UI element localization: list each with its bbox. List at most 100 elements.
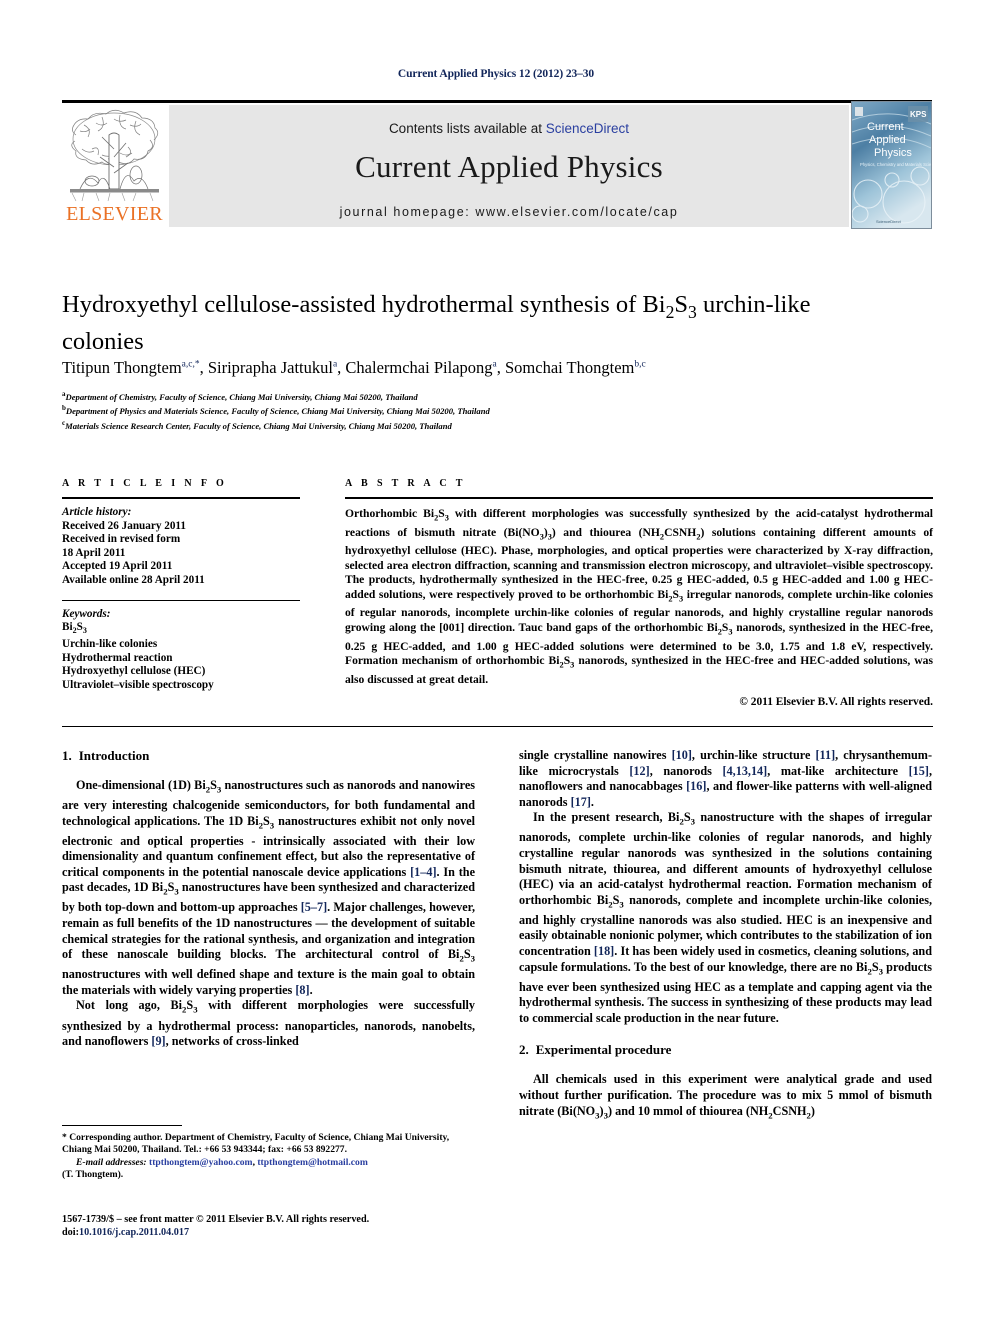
colophon: 1567-1739/$ – see front matter © 2011 El…: [62, 1213, 492, 1239]
email-note: E-mail addresses: ttpthongtem@yahoo.com,…: [76, 1156, 368, 1168]
keyword-item: Ultraviolet–visible spectroscopy: [62, 678, 214, 691]
cover-title-line2: Applied: [869, 134, 906, 146]
abstract-rule: [345, 497, 933, 499]
author-affil-marks: a: [492, 359, 497, 370]
article-title-sub2: 3: [688, 301, 697, 322]
article-history-item: Received 26 January 2011: [62, 519, 186, 532]
author-list: Titipun Thongtema,c,*, Siriprapha Jattuk…: [62, 358, 646, 377]
citation-ref[interactable]: [17]: [571, 795, 591, 809]
article-info-panel: A R T I C L E I N F O Article history: R…: [62, 478, 300, 692]
article-title: Hydroxyethyl cellulose-assisted hydrothe…: [62, 290, 882, 357]
citation-ref[interactable]: [10]: [672, 748, 692, 762]
affiliation-text: Materials Science Research Center, Facul…: [65, 420, 452, 431]
citation-ref[interactable]: [4,13,14]: [723, 764, 768, 778]
citation-ref[interactable]: [8]: [295, 983, 309, 997]
article-history-item: Available online 28 April 2011: [62, 573, 205, 586]
section-title: Experimental procedure: [535, 1042, 672, 1058]
citation-ref[interactable]: [11]: [816, 748, 836, 762]
affiliation-text: Department of Chemistry, Faculty of Scie…: [65, 391, 418, 402]
email-link-1[interactable]: ttpthongtem@yahoo.com: [149, 1157, 253, 1168]
article-title-part1: Hydroxyethyl cellulose-assisted hydrothe…: [62, 291, 666, 318]
article-page: Current Applied Physics 12 (2012) 23–30: [0, 0, 992, 1323]
section-number: 1.: [62, 748, 72, 763]
cover-title-line3: Physics: [874, 147, 912, 159]
email-person: (T. Thongtem).: [62, 1169, 124, 1181]
cover-subtitle: Physics, Chemistry and Materials Science: [860, 162, 931, 167]
body-divider-rule: [62, 726, 933, 727]
masthead-top-rule: [62, 100, 932, 103]
doi-line: doi:10.1016/j.cap.2011.04.017: [62, 1226, 492, 1239]
citation-ref[interactable]: [1–4]: [410, 865, 436, 879]
elsevier-logo: ELSEVIER: [62, 105, 167, 227]
intro-paragraph-2: Not long ago, Bi2S3 with different morph…: [62, 998, 475, 1049]
author-name[interactable]: Chalermchai Pilapong: [345, 358, 492, 377]
journal-cover-thumbnail: KPS Current Applied Physics Physics, Che…: [851, 101, 932, 229]
intro-paragraph-1: One-dimensional (1D) Bi2S3 nanostructure…: [62, 778, 475, 997]
affiliation-text: Department of Physics and Materials Scie…: [65, 406, 490, 417]
citation-ref[interactable]: [18]: [594, 944, 614, 958]
cover-badge-text: KPS: [910, 110, 927, 119]
doi-value[interactable]: 10.1016/j.cap.2011.04.017: [79, 1227, 189, 1238]
elsevier-tree-icon: [70, 109, 159, 202]
author-name[interactable]: Titipun Thongtem: [62, 358, 182, 377]
article-info-rule: [62, 497, 300, 499]
citation-ref[interactable]: [15]: [909, 764, 929, 778]
contents-prefix: Contents lists available at: [388, 121, 546, 136]
journal-title: Current Applied Physics: [355, 149, 663, 184]
article-history-item: 18 April 2011: [62, 546, 126, 559]
journal-homepage-link[interactable]: journal homepage: www.elsevier.com/locat…: [169, 205, 849, 219]
intro-paragraph-3: In the present research, Bi2S3 nanostruc…: [519, 810, 933, 1025]
issn-line: 1567-1739/$ – see front matter © 2011 El…: [62, 1214, 370, 1225]
contents-available-line: Contents lists available at ScienceDirec…: [169, 121, 849, 136]
email-link-2[interactable]: ttpthongtem@hotmail.com: [257, 1157, 367, 1168]
article-history-item: Received in revised form: [62, 533, 181, 546]
running-head: Current Applied Physics 12 (2012) 23–30: [397, 68, 595, 80]
footnote-block: * Corresponding author. Department of Ch…: [62, 1125, 475, 1182]
abstract-copyright: © 2011 Elsevier B.V. All rights reserved…: [739, 696, 933, 709]
affiliation-item: bDepartment of Physics and Materials Sci…: [62, 403, 922, 417]
citation-ref[interactable]: [16]: [686, 779, 706, 793]
affiliation-item: cMaterials Science Research Center, Facu…: [62, 418, 922, 432]
doi-label: doi:: [62, 1227, 79, 1238]
keyword-item: Urchin-like colonies: [62, 637, 158, 650]
body-column-left: 1. Introduction One-dimensional (1D) Bi2S…: [62, 748, 475, 1050]
keyword-item: Hydroxyethyl cellulose (HEC): [62, 665, 206, 678]
corresponding-author-note: * Corresponding author. Department of Ch…: [62, 1132, 450, 1156]
footnote-rule: [62, 1125, 182, 1126]
author-name[interactable]: Siriprapha Jattukul: [208, 358, 333, 377]
elsevier-wordmark: ELSEVIER: [66, 203, 163, 225]
masthead-center-band: Contents lists available at ScienceDirec…: [169, 105, 849, 227]
citation-ref[interactable]: [5–7]: [301, 900, 327, 914]
sciencedirect-link[interactable]: ScienceDirect: [546, 121, 629, 136]
journal-cover-image: KPS Current Applied Physics Physics, Che…: [852, 102, 931, 228]
abstract-panel: A B S T R A C T Orthorhombic Bi2S3 with …: [345, 478, 933, 708]
citation-ref[interactable]: [9]: [151, 1034, 165, 1048]
keywords-rule: [62, 599, 300, 601]
corresponding-star: *: [194, 359, 200, 370]
article-info-heading: A R T I C L E I N F O: [62, 478, 228, 489]
affiliation-item: aDepartment of Chemistry, Faculty of Sci…: [62, 389, 922, 403]
section-number: 2.: [519, 1042, 529, 1058]
article-title-mid: S: [674, 291, 689, 318]
keywords-label: Keywords:: [62, 607, 111, 620]
author-name[interactable]: Somchai Thongtem: [505, 358, 634, 377]
section-title: Introduction: [78, 748, 150, 763]
keyword-item: Bi2S3: [62, 621, 87, 636]
cover-footer: ScienceDirect: [876, 219, 902, 224]
keyword-item: Hydrothermal reaction: [62, 651, 173, 664]
abstract-text: Orthorhombic Bi2S3 with different morpho…: [345, 507, 933, 686]
journal-masthead: ELSEVIER Contents lists available at Sci…: [62, 100, 932, 230]
experimental-paragraph-1: All chemicals used in this experiment we…: [519, 1072, 932, 1121]
section-heading-introduction: 1. Introduction: [62, 748, 475, 764]
intro-paragraph-2-continued: single crystalline nanowires [10], urchi…: [519, 748, 933, 809]
abstract-heading: A B S T R A C T: [345, 478, 466, 489]
affiliation-list: aDepartment of Chemistry, Faculty of Sci…: [62, 389, 922, 432]
keywords-block: Keywords: Bi2S3 Urchin-like colonies Hyd…: [62, 608, 300, 693]
cover-title-line1: Current: [867, 121, 904, 133]
body-column-right: single crystalline nanowires [10], urchi…: [519, 748, 932, 1124]
article-history-item: Accepted 19 April 2011: [62, 560, 173, 573]
author-affil-marks: a,c,: [181, 359, 195, 370]
article-history-block: Article history: Received 26 January 201…: [62, 506, 300, 588]
author-affil-marks: b,c: [634, 359, 646, 370]
citation-ref[interactable]: [12]: [629, 764, 649, 778]
